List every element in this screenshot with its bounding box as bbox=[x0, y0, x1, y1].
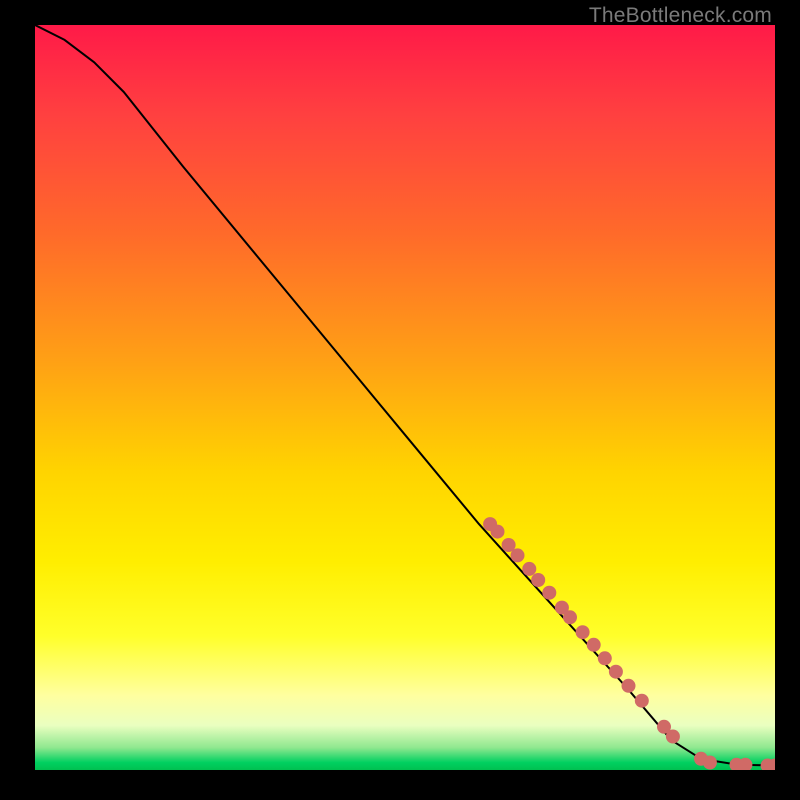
data-point bbox=[587, 638, 601, 652]
data-point bbox=[542, 586, 556, 600]
data-point bbox=[531, 573, 545, 587]
data-point bbox=[576, 625, 590, 639]
data-point bbox=[511, 548, 525, 562]
curve-line bbox=[35, 25, 775, 766]
chart-frame: TheBottleneck.com bbox=[0, 0, 800, 800]
data-point bbox=[609, 665, 623, 679]
scatter-points bbox=[483, 517, 775, 770]
data-point bbox=[563, 610, 577, 624]
data-point bbox=[522, 562, 536, 576]
data-point bbox=[738, 758, 752, 770]
data-point bbox=[555, 601, 569, 615]
data-point bbox=[768, 759, 775, 771]
data-point bbox=[694, 752, 708, 766]
data-point bbox=[730, 758, 744, 770]
chart-svg bbox=[35, 25, 775, 770]
data-point bbox=[598, 651, 612, 665]
data-point bbox=[483, 517, 497, 531]
data-point bbox=[622, 679, 636, 693]
data-point bbox=[491, 525, 505, 539]
data-point bbox=[761, 759, 775, 771]
data-point bbox=[635, 694, 649, 708]
data-point bbox=[502, 538, 516, 552]
data-point bbox=[703, 756, 717, 770]
data-point bbox=[666, 730, 680, 744]
data-point bbox=[657, 720, 671, 734]
plot-area bbox=[35, 25, 775, 770]
